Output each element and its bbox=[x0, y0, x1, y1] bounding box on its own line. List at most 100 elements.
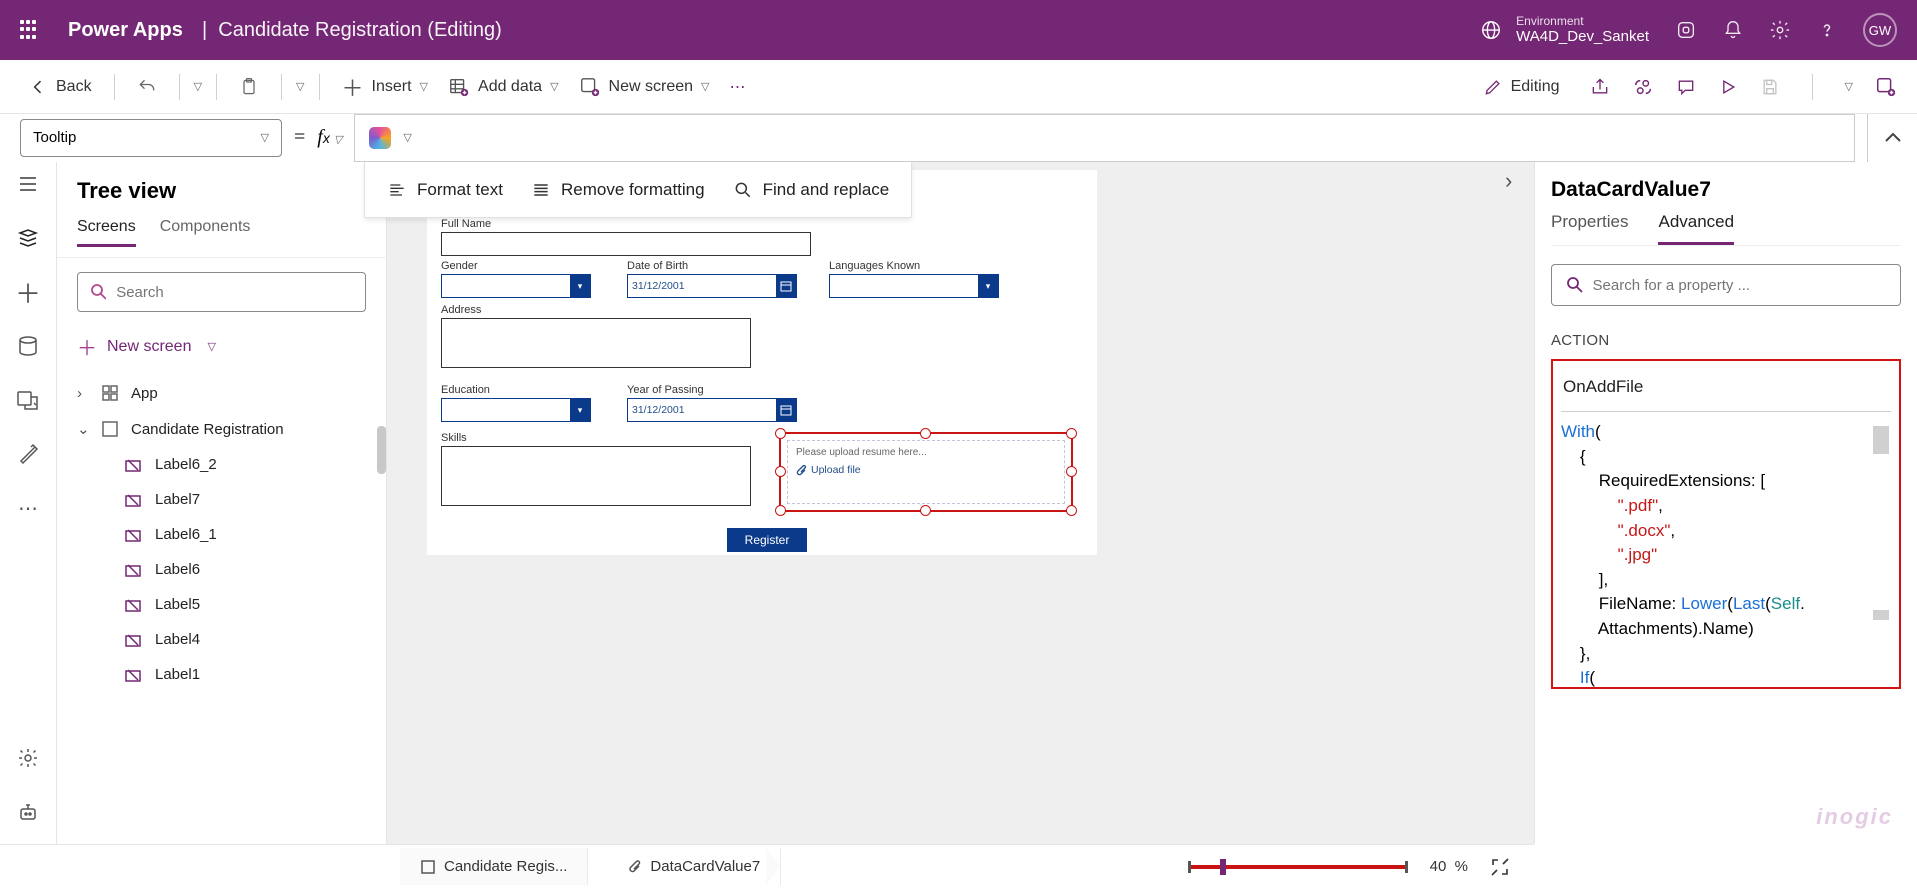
editing-mode[interactable]: Editing bbox=[1475, 71, 1568, 103]
selected-control: DataCardValue7 bbox=[1551, 172, 1901, 212]
tree-label6-1[interactable]: Label6_1 bbox=[57, 517, 386, 552]
waffle-icon[interactable] bbox=[20, 20, 40, 40]
attach-hint: Please upload resume here... bbox=[788, 441, 1064, 462]
publish-icon[interactable] bbox=[1875, 76, 1897, 98]
play-icon[interactable] bbox=[1718, 77, 1738, 97]
share-icon[interactable] bbox=[1590, 77, 1610, 97]
breadcrumb-control[interactable]: DataCardValue7 bbox=[608, 848, 781, 885]
tree-label7[interactable]: Label7 bbox=[57, 482, 386, 517]
tab-advanced[interactable]: Advanced bbox=[1658, 212, 1734, 245]
bell-icon[interactable] bbox=[1723, 20, 1743, 40]
hamburger-icon[interactable] bbox=[16, 172, 40, 196]
checker-icon[interactable] bbox=[1632, 76, 1654, 98]
dropdown-gender[interactable]: ▾ bbox=[441, 274, 591, 298]
tab-screens[interactable]: Screens bbox=[77, 218, 136, 247]
paperclip-icon bbox=[796, 465, 807, 476]
onaddfile-box: OnAddFile With( { RequiredExtensions: [ … bbox=[1551, 359, 1901, 689]
tree-app[interactable]: › App bbox=[57, 375, 386, 411]
tree-label1[interactable]: Label1 bbox=[57, 657, 386, 692]
tree-screen[interactable]: ⌄ Candidate Registration bbox=[57, 411, 386, 447]
formula-input[interactable]: ▽ bbox=[354, 114, 1855, 162]
dropdown-education[interactable]: ▾ bbox=[441, 398, 591, 422]
tab-properties[interactable]: Properties bbox=[1551, 212, 1628, 245]
save-chevron[interactable]: ▽ bbox=[1845, 80, 1853, 93]
fx-label: fx▽ bbox=[317, 126, 342, 149]
input-address[interactable] bbox=[441, 318, 751, 368]
watermark: inogic bbox=[1816, 804, 1893, 830]
tree-search-input[interactable] bbox=[116, 284, 353, 301]
new-screen-button[interactable]: New screen ▽ bbox=[571, 70, 718, 104]
property-search[interactable] bbox=[1551, 264, 1901, 306]
copilot-header-icon[interactable] bbox=[1675, 19, 1697, 41]
attach-upload[interactable]: Upload file bbox=[788, 462, 1064, 478]
tree-search[interactable] bbox=[77, 272, 366, 312]
settings-rail-icon[interactable] bbox=[16, 746, 40, 770]
datepicker-yop[interactable]: 31/12/2001 bbox=[627, 398, 797, 422]
environment-picker[interactable]: Environment WA4D_Dev_Sanket bbox=[1480, 14, 1649, 46]
attachment-control-selected[interactable]: Please upload resume here... Upload file bbox=[779, 432, 1073, 512]
label-fullname: Full Name bbox=[441, 218, 811, 230]
gear-icon[interactable] bbox=[1769, 19, 1791, 41]
comment-icon[interactable] bbox=[1676, 77, 1696, 97]
register-button[interactable]: Register bbox=[727, 528, 807, 552]
label-addr: Address bbox=[441, 304, 751, 316]
remove-formatting-button[interactable]: Remove formatting bbox=[531, 180, 705, 200]
avatar[interactable]: GW bbox=[1863, 13, 1897, 47]
data-rail-icon[interactable] bbox=[16, 334, 40, 358]
insert-rail-icon[interactable]: ＋ bbox=[16, 280, 40, 304]
paperclip-icon bbox=[628, 860, 642, 874]
overflow-button[interactable]: ⋯ bbox=[722, 71, 754, 103]
copilot-fx-icon[interactable] bbox=[369, 127, 391, 149]
paste-chevron[interactable]: ▽ bbox=[296, 80, 304, 93]
help-icon[interactable] bbox=[1817, 20, 1837, 40]
datepicker-dob[interactable]: 31/12/2001 bbox=[627, 274, 797, 298]
back-button[interactable]: Back bbox=[20, 71, 100, 103]
command-bar: Back ▽ ▽ ＋ Insert ▽ Add data ▽ New scree… bbox=[0, 60, 1917, 114]
tree-label6-2[interactable]: Label6_2 bbox=[57, 447, 386, 482]
media-rail-icon[interactable] bbox=[16, 388, 40, 412]
format-text-button[interactable]: Format text bbox=[387, 180, 503, 200]
paste-button[interactable] bbox=[231, 71, 267, 103]
tree-label5[interactable]: Label5 bbox=[57, 587, 386, 622]
save-icon[interactable] bbox=[1760, 77, 1780, 97]
breadcrumb-screen[interactable]: Candidate Regis... bbox=[400, 848, 588, 885]
env-value: WA4D_Dev_Sanket bbox=[1516, 28, 1649, 45]
insert-button[interactable]: ＋ Insert ▽ bbox=[334, 65, 437, 109]
top-header: Power Apps | Candidate Registration (Edi… bbox=[0, 0, 1917, 60]
undo-chevron[interactable]: ▽ bbox=[194, 80, 202, 93]
property-selector[interactable]: Tooltip ▽ bbox=[20, 119, 282, 157]
label-dob: Date of Birth bbox=[627, 260, 797, 272]
dropdown-lang[interactable]: ▾ bbox=[829, 274, 999, 298]
bot-rail-icon[interactable] bbox=[16, 800, 40, 824]
label-edu: Education bbox=[441, 384, 591, 396]
zoom-slider[interactable] bbox=[1188, 865, 1408, 869]
tree-label6[interactable]: Label6 bbox=[57, 552, 386, 587]
expand-props-icon[interactable]: › bbox=[1505, 168, 1512, 194]
globe-icon bbox=[1480, 19, 1502, 41]
tree-list: › App ⌄ Candidate Registration Label6_2 … bbox=[57, 367, 386, 692]
formula-bar: Tooltip ▽ = fx▽ ▽ bbox=[0, 114, 1917, 162]
formula-code[interactable]: With( { RequiredExtensions: [ ".pdf", ".… bbox=[1561, 411, 1891, 689]
code-scrollbar[interactable] bbox=[1873, 422, 1889, 689]
canvas-area: Candidate Registration Form Full Name Ge… bbox=[387, 162, 1534, 844]
tree-new-screen[interactable]: ＋ New screen ▽ bbox=[57, 326, 386, 367]
tab-components[interactable]: Components bbox=[160, 218, 251, 247]
input-fullname[interactable] bbox=[441, 232, 811, 256]
tree-label4[interactable]: Label4 bbox=[57, 622, 386, 657]
property-search-input[interactable] bbox=[1593, 277, 1886, 294]
input-skills[interactable] bbox=[441, 446, 751, 506]
undo-button[interactable] bbox=[129, 71, 165, 103]
expand-formula-button[interactable] bbox=[1867, 114, 1917, 162]
tree-view-icon[interactable] bbox=[16, 226, 40, 250]
tools-rail-icon[interactable] bbox=[16, 442, 40, 466]
equals-sign: = bbox=[294, 126, 305, 149]
more-rail-icon[interactable]: ⋯ bbox=[16, 496, 40, 520]
add-data-button[interactable]: Add data ▽ bbox=[440, 70, 567, 104]
label-lang: Languages Known bbox=[829, 260, 999, 272]
tree-view-panel: Tree view Screens Components ＋ New scree… bbox=[57, 162, 387, 844]
find-replace-button[interactable]: Find and replace bbox=[733, 180, 890, 200]
fit-icon[interactable] bbox=[1490, 857, 1510, 877]
left-rail: ＋ ⋯ bbox=[0, 162, 57, 844]
formula-toolbar: Format text Remove formatting Find and r… bbox=[364, 162, 912, 218]
canvas[interactable]: Candidate Registration Form Full Name Ge… bbox=[427, 170, 1097, 555]
